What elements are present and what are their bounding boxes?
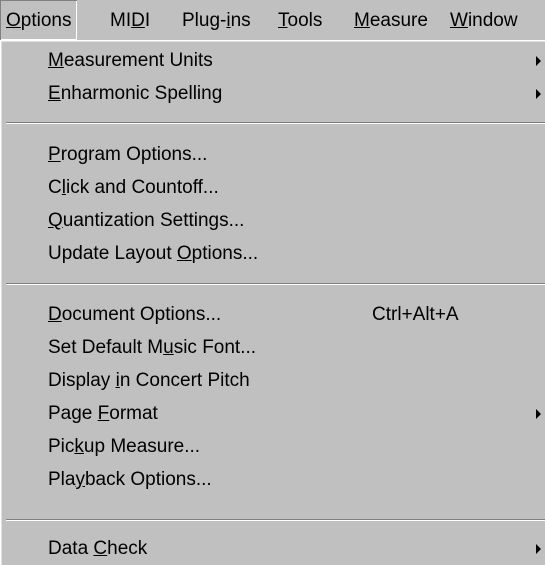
menu-item-label: Update Layout Options... xyxy=(48,243,259,264)
submenu-arrow-icon xyxy=(536,56,541,66)
menu-separator xyxy=(6,283,545,285)
menu-item-label: Document Options... xyxy=(48,304,222,325)
menu-item-measurement-units[interactable]: Measurement Units xyxy=(0,44,545,77)
menu-item-document-options[interactable]: Document Options... Ctrl+Alt+A xyxy=(0,298,545,331)
menu-item-label: Program Options... xyxy=(48,144,208,165)
menu-item-label: Click and Countoff... xyxy=(48,177,219,198)
menu-item-label: Set Default Music Font... xyxy=(48,337,257,358)
menu-item-update-layout-options[interactable]: Update Layout Options... xyxy=(0,237,545,270)
submenu-arrow-icon xyxy=(536,544,541,554)
menu-item-label: Quantization Settings... xyxy=(48,210,245,231)
shortcut-label: Ctrl+Alt+A xyxy=(372,304,459,325)
submenu-arrow-icon xyxy=(536,89,541,99)
options-dropdown-menu: Measurement Units Enharmonic Spelling Pr… xyxy=(0,40,545,565)
menu-separator xyxy=(6,122,545,124)
menu-item-label: Page Format xyxy=(48,403,158,424)
menu-bar: Options MIDI Plug-ins Tools Measure Wind… xyxy=(0,0,545,40)
menubar-midi[interactable]: MIDI xyxy=(104,0,156,40)
menu-item-label: Data Check xyxy=(48,538,148,559)
menu-separator xyxy=(6,519,545,521)
menu-item-label: Display in Concert Pitch xyxy=(48,370,250,391)
submenu-arrow-icon xyxy=(536,409,541,419)
menu-item-pickup-measure[interactable]: Pickup Measure... xyxy=(0,430,545,463)
menu-item-quantization-settings[interactable]: Quantization Settings... xyxy=(0,204,545,237)
menu-item-label: Enharmonic Spelling xyxy=(48,83,223,104)
menubar-measure[interactable]: Measure xyxy=(348,0,434,40)
menu-item-label: Playback Options... xyxy=(48,469,212,490)
menu-item-program-options[interactable]: Program Options... xyxy=(0,138,545,171)
menu-item-label: Pickup Measure... xyxy=(48,436,201,457)
menu-item-page-format[interactable]: Page Format xyxy=(0,397,545,430)
menu-item-click-and-countoff[interactable]: Click and Countoff... xyxy=(0,171,545,204)
menu-item-data-check[interactable]: Data Check xyxy=(0,532,545,565)
menu-item-set-default-music-font[interactable]: Set Default Music Font... xyxy=(0,331,545,364)
menu-item-playback-options[interactable]: Playback Options... xyxy=(0,463,545,496)
menu-item-display-in-concert-pitch[interactable]: Display in Concert Pitch xyxy=(0,364,545,397)
menubar-window[interactable]: Window xyxy=(444,0,524,40)
menubar-tools[interactable]: Tools xyxy=(272,0,328,40)
menu-item-enharmonic-spelling[interactable]: Enharmonic Spelling xyxy=(0,77,545,110)
menubar-plug-ins[interactable]: Plug-ins xyxy=(176,0,257,40)
menu-item-label: Measurement Units xyxy=(48,50,213,71)
menubar-options[interactable]: Options xyxy=(0,0,77,40)
